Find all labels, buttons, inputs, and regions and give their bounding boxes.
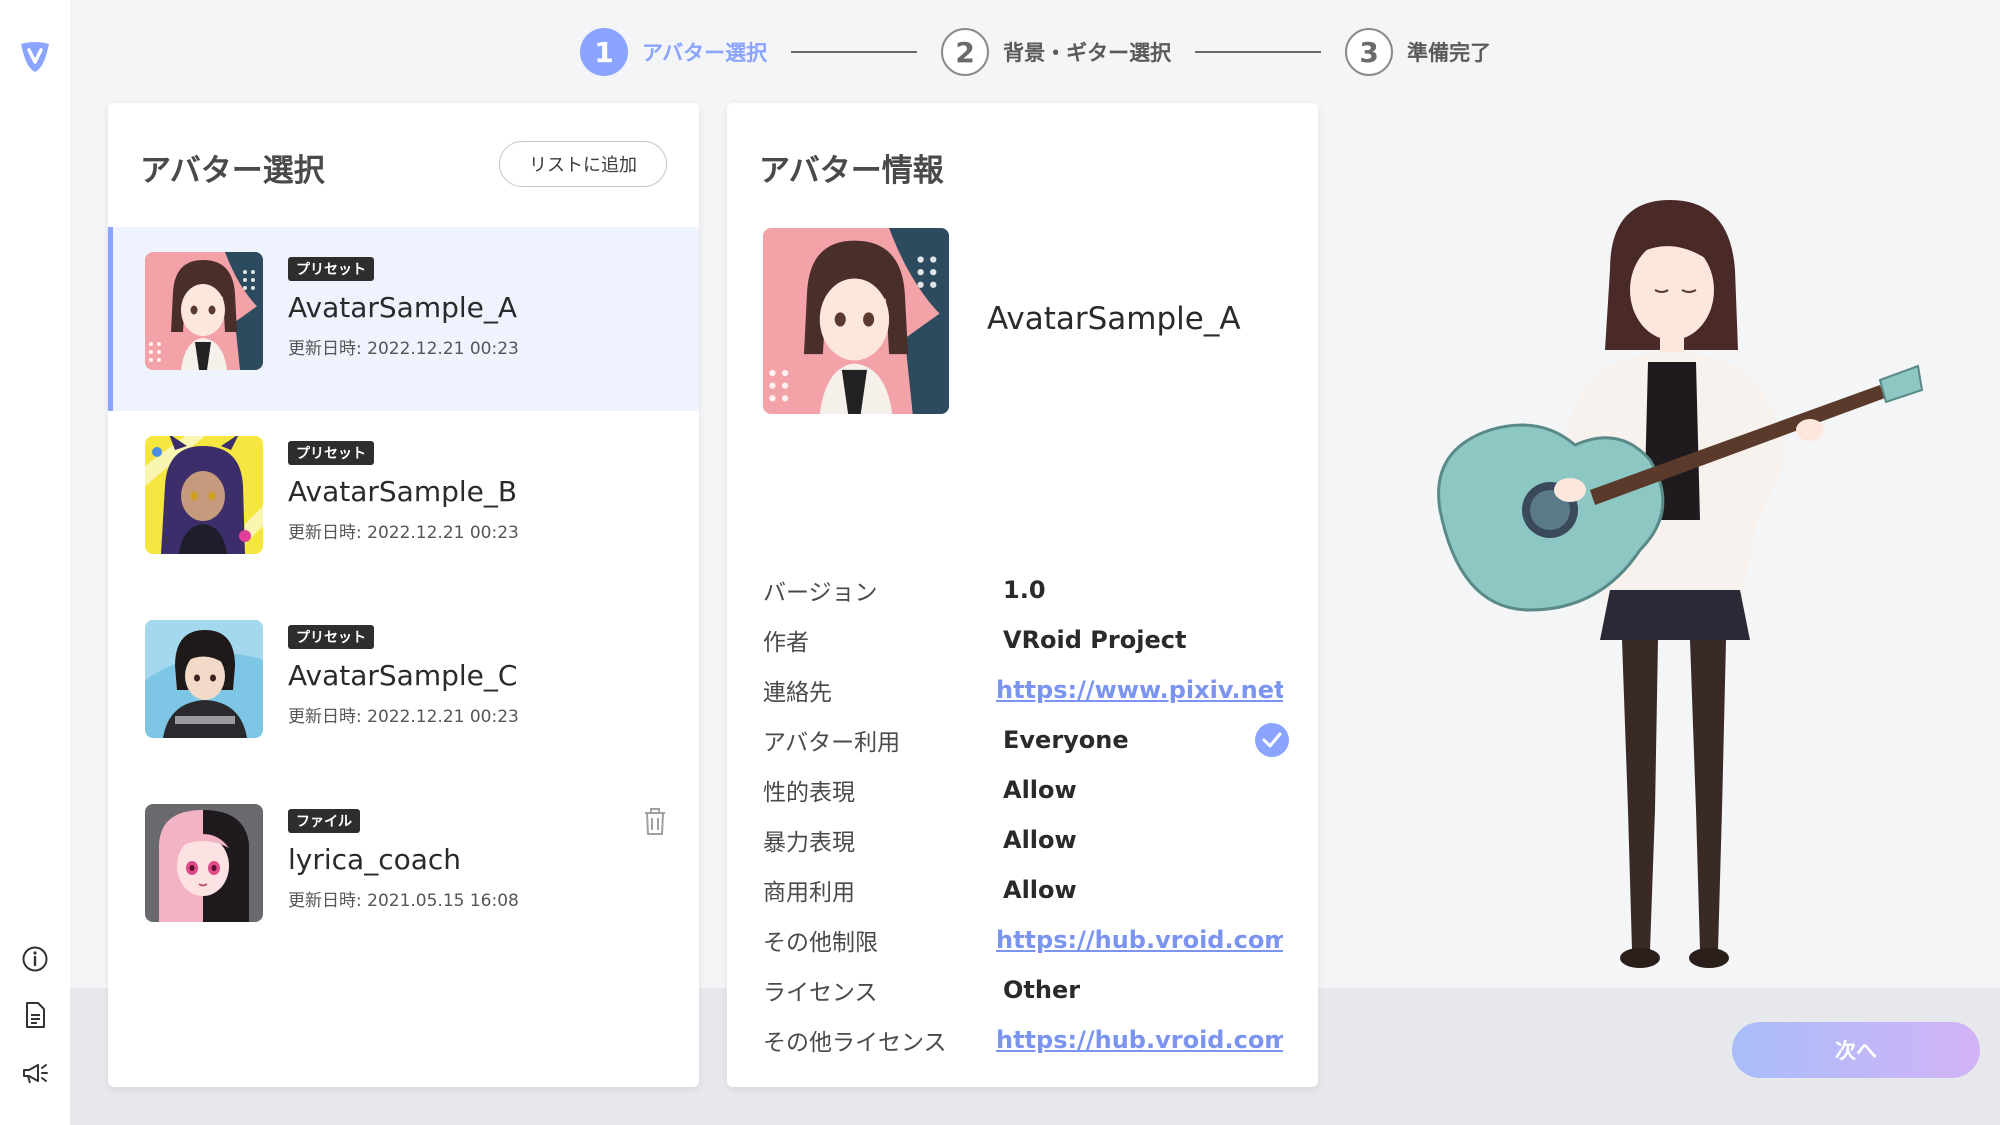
info-label: 性的表現 bbox=[763, 780, 855, 806]
step-1-number: 1 bbox=[580, 28, 628, 76]
info-value: Allow bbox=[1003, 776, 1077, 804]
avatar-list-item[interactable]: プリセット AvatarSample_A 更新日時: 2022.12.21 00… bbox=[108, 227, 699, 411]
step-2-number: 2 bbox=[941, 28, 990, 76]
info-value: Allow bbox=[1003, 876, 1077, 904]
info-value: Everyone bbox=[1003, 726, 1129, 754]
step-2-label: 背景・ギター選択 bbox=[1003, 41, 1172, 65]
avatar-type-badge: プリセット bbox=[288, 257, 374, 281]
avatar-thumbnail bbox=[145, 436, 263, 554]
info-row-other-restrictions: その他制限 https://hub.vroid.com/l bbox=[763, 915, 1283, 965]
info-row-avatar-usage: アバター利用 Everyone bbox=[763, 715, 1289, 765]
info-value: Allow bbox=[1003, 826, 1077, 854]
avatar-updated-date: 更新日時: 2022.12.21 00:23 bbox=[288, 707, 519, 727]
megaphone-icon[interactable] bbox=[20, 1058, 50, 1088]
info-row-sexual: 性的表現 Allow bbox=[763, 765, 1283, 815]
avatar-list-item[interactable]: プリセット AvatarSample_B 更新日時: 2022.12.21 00… bbox=[108, 411, 699, 595]
step-connector bbox=[1195, 51, 1322, 53]
info-value: 1.0 bbox=[1003, 576, 1046, 604]
info-label: ライセンス bbox=[763, 980, 878, 1006]
info-label: 作者 bbox=[763, 630, 809, 656]
step-2: 2 背景・ギター選択 bbox=[941, 28, 1171, 76]
avatar-item-text: プリセット AvatarSample_C 更新日時: 2022.12.21 00… bbox=[288, 625, 519, 727]
avatar-list-item[interactable]: プリセット AvatarSample_C 更新日時: 2022.12.21 00… bbox=[108, 595, 699, 779]
avatar-info-title: アバター情報 bbox=[759, 153, 944, 189]
info-icon[interactable] bbox=[20, 944, 50, 974]
next-button[interactable]: 次へ bbox=[1732, 1022, 1980, 1078]
info-label: バージョン bbox=[763, 580, 878, 606]
info-label: 暴力表現 bbox=[763, 830, 855, 856]
info-row-contact: 連絡先 https://www.pixiv.net/i bbox=[763, 665, 1283, 715]
info-label: アバター利用 bbox=[763, 730, 901, 756]
avatar-list: プリセット AvatarSample_A 更新日時: 2022.12.21 00… bbox=[108, 227, 699, 963]
step-1: 1 アバター選択 bbox=[580, 28, 767, 76]
avatar-info-thumbnail bbox=[763, 228, 949, 414]
info-label: 商用利用 bbox=[763, 880, 855, 906]
info-label: 連絡先 bbox=[763, 680, 832, 706]
avatar-name: AvatarSample_A bbox=[288, 291, 518, 324]
info-row-version: バージョン 1.0 bbox=[763, 565, 1283, 615]
avatar-info-panel: アバター情報 AvatarSample_A バージョン 1.0 作者 VRoid… bbox=[727, 103, 1318, 1087]
step-connector bbox=[791, 51, 918, 53]
step-3-label: 準備完了 bbox=[1407, 41, 1492, 65]
stepper: 1 アバター選択 2 背景・ギター選択 3 準備完了 bbox=[580, 26, 1491, 78]
avatar-thumbnail bbox=[145, 252, 263, 370]
avatar-select-panel: アバター選択 リストに追加 プリセット AvatarSample_A 更新日時:… bbox=[108, 103, 699, 1087]
avatar-name: lyrica_coach bbox=[288, 843, 462, 876]
avatar-thumbnail bbox=[145, 804, 263, 922]
step-3: 3 準備完了 bbox=[1345, 28, 1491, 76]
vroid-logo-icon[interactable] bbox=[17, 38, 53, 74]
avatar-name: AvatarSample_C bbox=[288, 659, 518, 692]
avatar-type-badge: プリセット bbox=[288, 441, 374, 465]
info-row-violence: 暴力表現 Allow bbox=[763, 815, 1283, 865]
add-to-list-button[interactable]: リストに追加 bbox=[499, 141, 667, 187]
info-row-license: ライセンス Other bbox=[763, 965, 1283, 1015]
avatar-item-text: ファイル lyrica_coach 更新日時: 2021.05.15 16:08 bbox=[288, 809, 519, 911]
info-value: VRoid Project bbox=[1003, 626, 1187, 654]
avatar-list-item[interactable]: ファイル lyrica_coach 更新日時: 2021.05.15 16:08 bbox=[108, 779, 699, 963]
avatar-updated-date: 更新日時: 2022.12.21 00:23 bbox=[288, 339, 519, 359]
avatar-info-table: バージョン 1.0 作者 VRoid Project 連絡先 https://w… bbox=[763, 565, 1289, 1065]
avatar-3d-preview bbox=[1437, 200, 1924, 968]
avatar-type-badge: プリセット bbox=[288, 625, 374, 649]
document-icon[interactable] bbox=[20, 1000, 50, 1030]
info-row-commercial: 商用利用 Allow bbox=[763, 865, 1283, 915]
other-license-link[interactable]: https://hub.vroid.com/l bbox=[996, 1026, 1283, 1054]
info-label: その他ライセンス bbox=[763, 1030, 947, 1056]
avatar-thumbnail bbox=[145, 620, 263, 738]
info-row-author: 作者 VRoid Project bbox=[763, 615, 1283, 665]
info-label: その他制限 bbox=[763, 930, 878, 956]
avatar-info-name: AvatarSample_A bbox=[987, 301, 1241, 337]
trash-icon[interactable] bbox=[641, 807, 669, 837]
info-value: Other bbox=[1003, 976, 1081, 1004]
other-restrictions-link[interactable]: https://hub.vroid.com/l bbox=[996, 926, 1283, 954]
avatar-updated-date: 更新日時: 2021.05.15 16:08 bbox=[288, 891, 519, 911]
step-1-label: アバター選択 bbox=[642, 41, 768, 65]
avatar-type-badge: ファイル bbox=[288, 809, 360, 833]
contact-link[interactable]: https://www.pixiv.net/i bbox=[996, 676, 1283, 704]
step-3-number: 3 bbox=[1345, 28, 1394, 76]
avatar-item-text: プリセット AvatarSample_A 更新日時: 2022.12.21 00… bbox=[288, 257, 519, 359]
avatar-updated-date: 更新日時: 2022.12.21 00:23 bbox=[288, 523, 519, 543]
avatar-select-title: アバター選択 bbox=[140, 153, 325, 189]
avatar-item-text: プリセット AvatarSample_B 更新日時: 2022.12.21 00… bbox=[288, 441, 519, 543]
avatar-name: AvatarSample_B bbox=[288, 475, 518, 508]
info-row-other-license: その他ライセンス https://hub.vroid.com/l bbox=[763, 1015, 1283, 1065]
check-icon bbox=[1255, 723, 1289, 757]
left-rail bbox=[0, 0, 70, 1125]
